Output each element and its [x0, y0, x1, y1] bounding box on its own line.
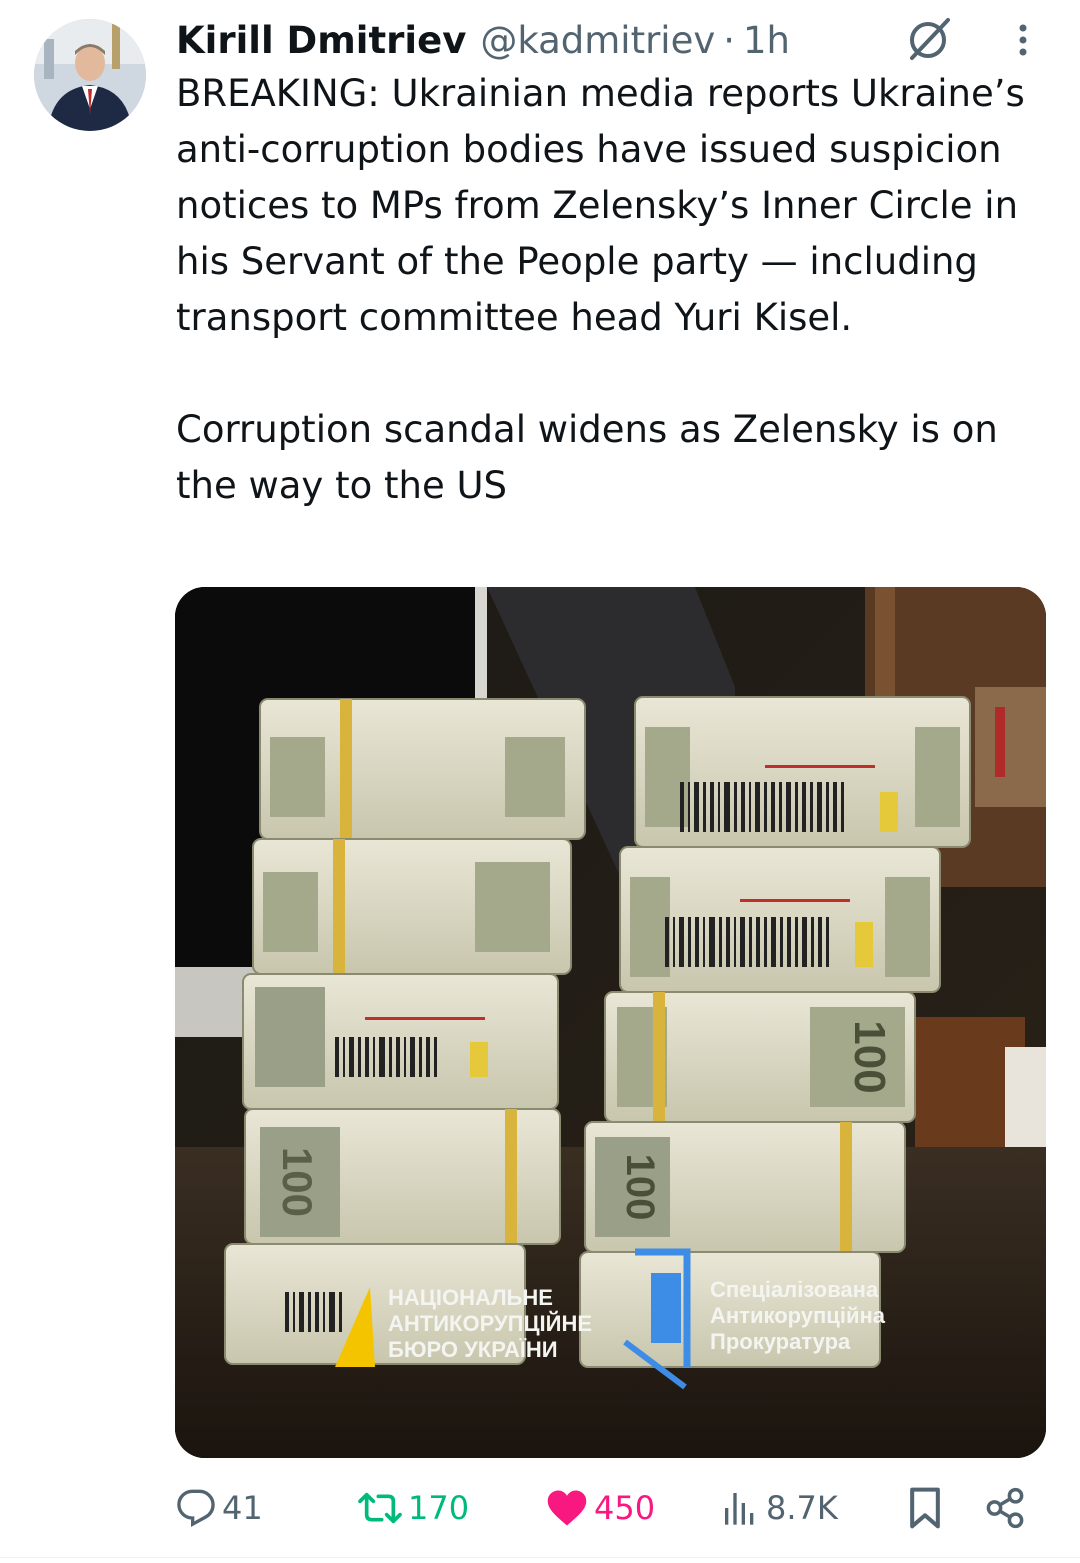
views-button[interactable]: 8.7K — [720, 1478, 838, 1538]
svg-text:Антикорупційна: Антикорупційна — [710, 1303, 886, 1328]
avatar-photo — [34, 19, 146, 131]
author-handle[interactable]: @kadmitriev — [480, 19, 715, 62]
banknote-label-left: 100 — [274, 1147, 321, 1217]
cash-stacks-photo: 100 100 100 НАЦІОНАЛЬНЕ АНТИКОРУПЦІЙНЕ Б… — [175, 587, 1046, 1458]
tweet-media-image[interactable]: 100 100 100 НАЦІОНАЛЬНЕ АНТИКОРУПЦІЙНЕ Б… — [175, 587, 1046, 1458]
like-button[interactable]: 450 — [546, 1478, 655, 1538]
retweet-count: 170 — [408, 1489, 470, 1527]
views-icon — [725, 1493, 754, 1525]
svg-text:АНТИКОРУПЦІЙНЕ: АНТИКОРУПЦІЙНЕ — [388, 1311, 592, 1336]
author-avatar[interactable] — [34, 19, 146, 131]
timestamp[interactable]: 1h — [743, 19, 790, 62]
heart-icon — [547, 1490, 587, 1526]
grok-icon[interactable] — [903, 14, 953, 64]
author-name[interactable]: Kirill Dmitriev — [176, 19, 466, 62]
bookmark-button[interactable] — [906, 1478, 944, 1538]
retweet-icon — [358, 1492, 402, 1524]
reply-button[interactable]: 41 — [176, 1478, 263, 1538]
svg-text:Спеціалізована: Спеціалізована — [710, 1277, 879, 1302]
tweet-action-bar: 41 170 450 8.7K — [0, 1470, 1080, 1550]
reply-icon — [177, 1489, 215, 1527]
svg-text:НАЦІОНАЛЬНЕ: НАЦІОНАЛЬНЕ — [388, 1285, 553, 1310]
banknote-label-right-top: 100 — [845, 1020, 894, 1093]
banknote-label-right-bottom: 100 — [618, 1154, 662, 1221]
like-count: 450 — [594, 1489, 656, 1527]
divider — [0, 1557, 1080, 1558]
share-icon — [986, 1487, 1024, 1529]
tweet-header: Kirill Dmitriev @kadmitriev · 1h — [176, 12, 790, 68]
bookmark-icon — [910, 1487, 940, 1529]
share-button[interactable] — [984, 1478, 1026, 1538]
more-icon[interactable] — [1006, 20, 1040, 60]
separator-dot: · — [723, 18, 735, 62]
svg-text:БЮРО УКРАЇНИ: БЮРО УКРАЇНИ — [388, 1337, 558, 1362]
retweet-button[interactable]: 170 — [358, 1478, 469, 1538]
svg-text:Прокуратура: Прокуратура — [710, 1329, 851, 1354]
reply-count: 41 — [222, 1489, 263, 1527]
tweet-text: BREAKING: Ukrainian media reports Ukrain… — [176, 72, 1025, 507]
views-count: 8.7K — [766, 1489, 838, 1527]
